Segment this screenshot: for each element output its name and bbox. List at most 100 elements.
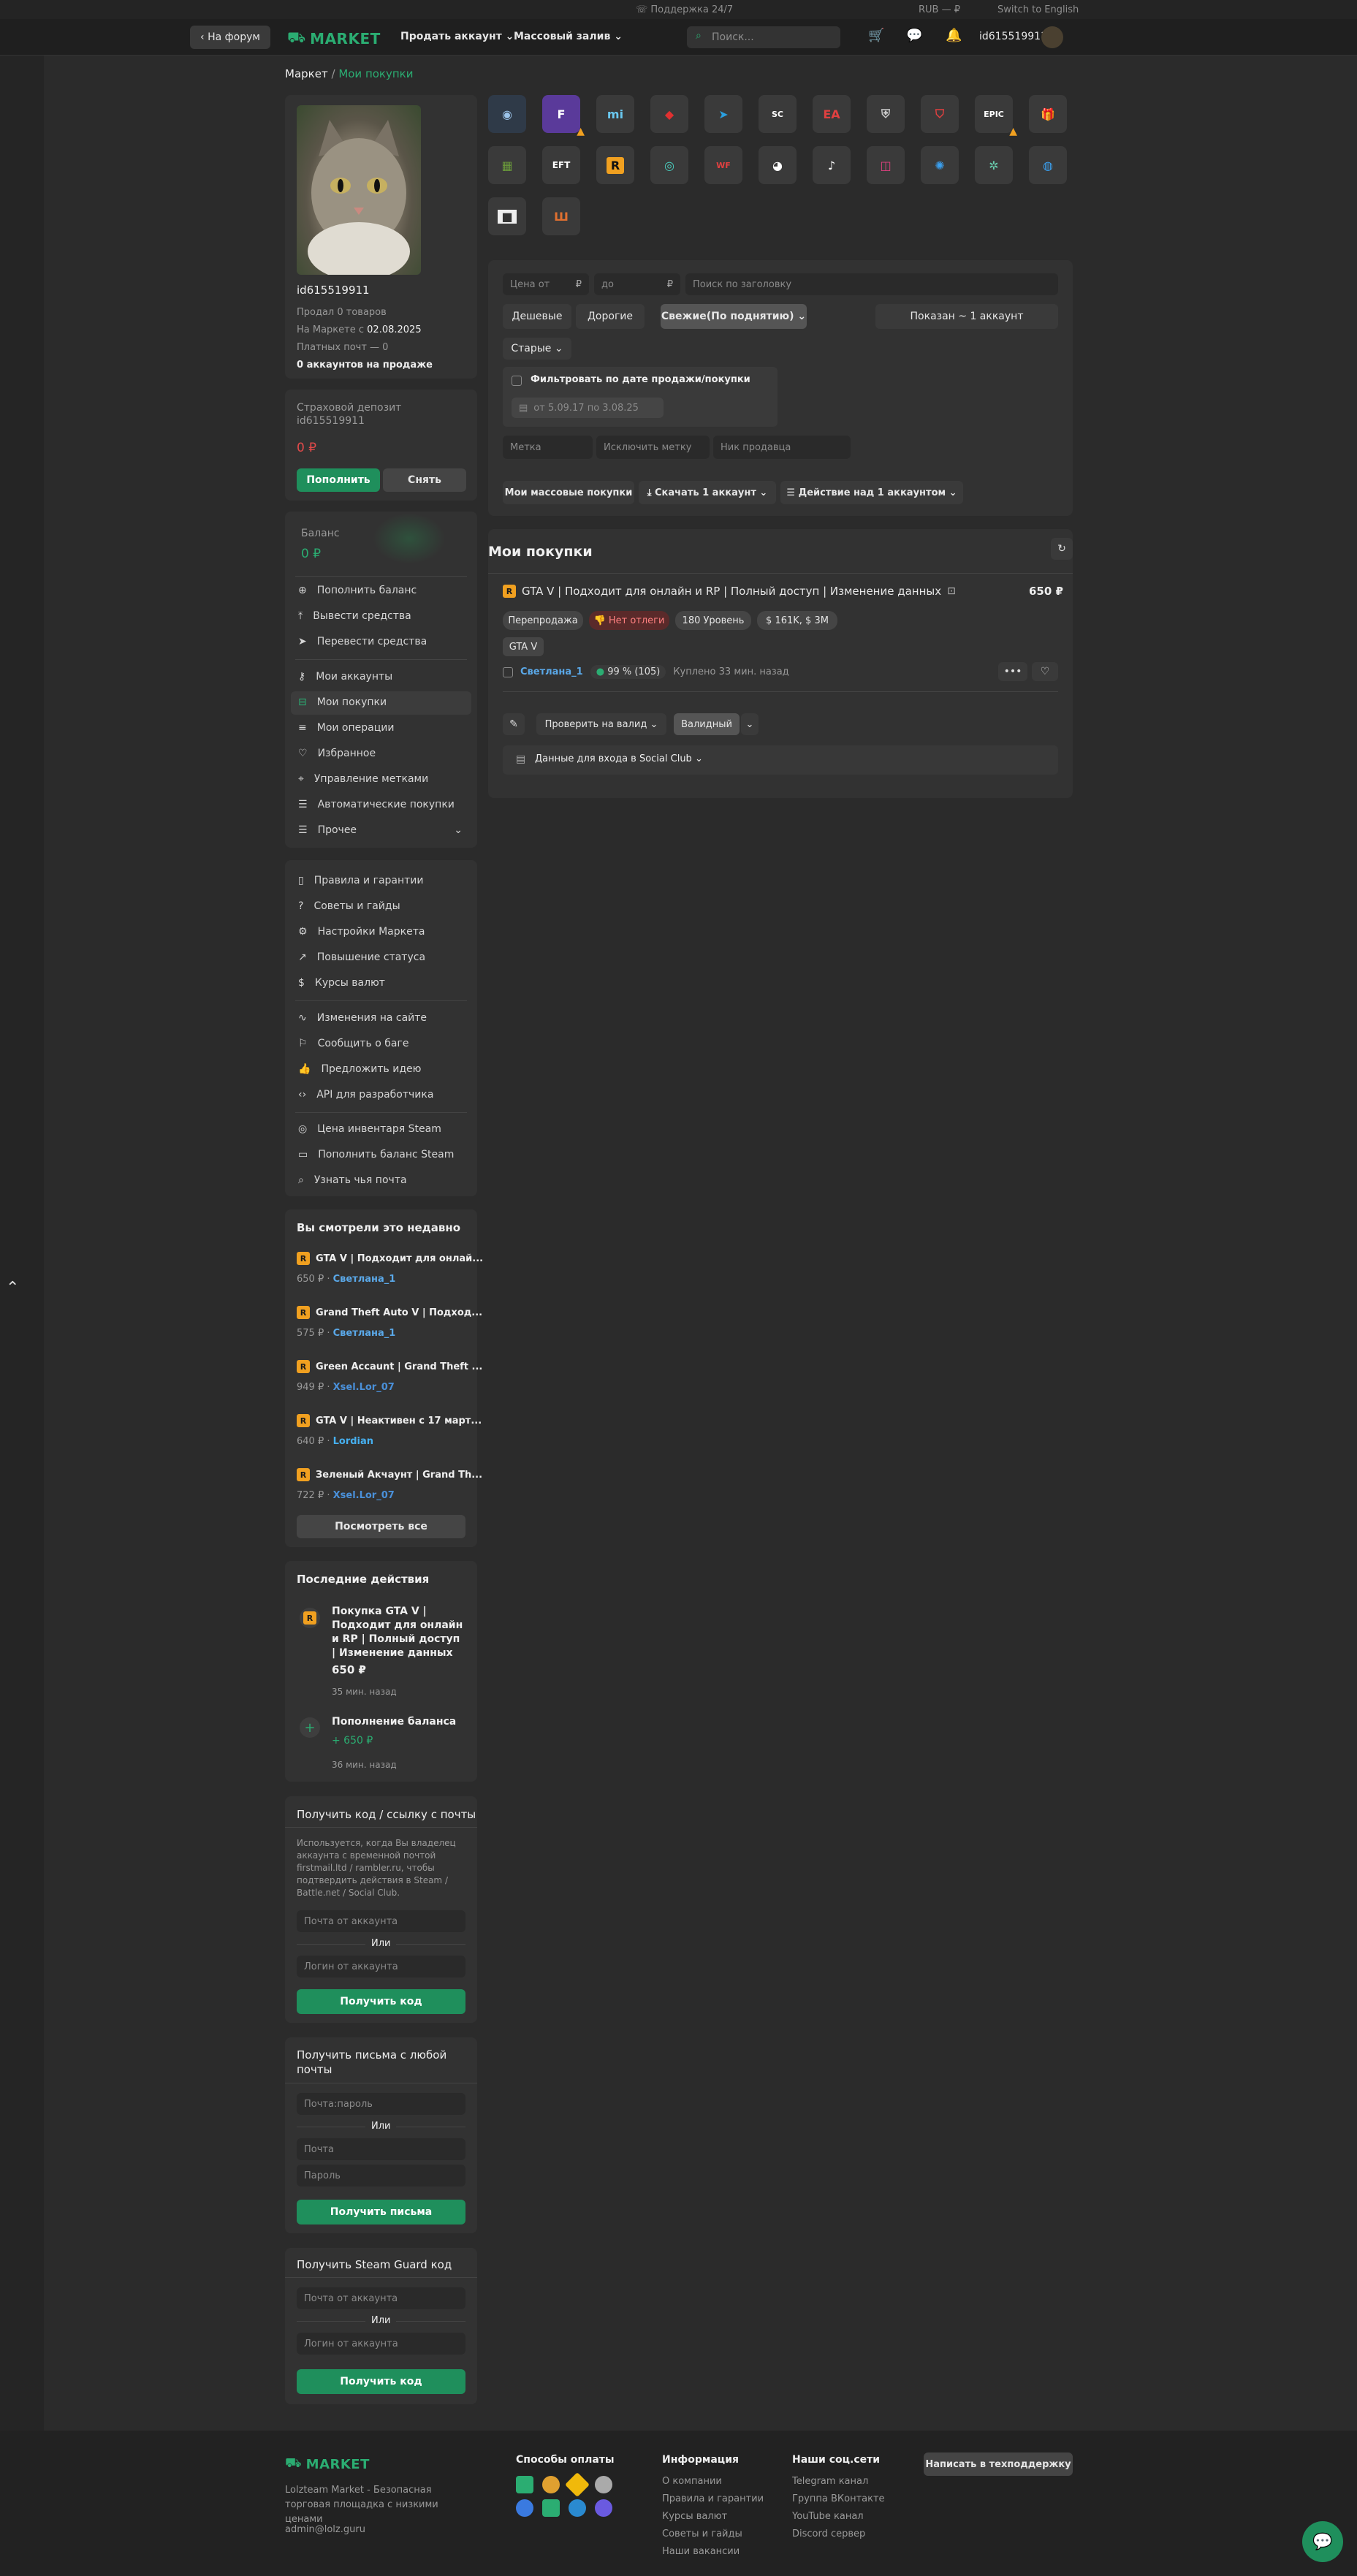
sort-cheap-button[interactable]: Дешевые (503, 304, 571, 329)
action-purchase-title[interactable]: Покупка GTA V | Подходит для онлайн и RP… (332, 1605, 467, 1660)
footer-link-rates[interactable]: Курсы валют (662, 2511, 727, 2522)
get-steam-guard-button[interactable]: Получить код (297, 2369, 465, 2394)
deposit-topup-button[interactable]: Пополнить (297, 468, 380, 492)
chevron-down-icon[interactable]: ⌄ (741, 713, 759, 735)
recent-item-title[interactable]: Green Accaunt | Grand Theft ... (316, 1361, 482, 1372)
recent-item[interactable]: R GTA V | Подходит для онлай... 650 ₽ · Св… (297, 1252, 483, 1296)
footer-link-about[interactable]: О компании (662, 2476, 722, 2487)
category-supercell[interactable]: SC (759, 95, 797, 133)
download-button[interactable]: ⤓ Скачать 1 аккаунт ⌄ (639, 481, 776, 504)
menu-whose-mail[interactable]: ⌕ Узнать чья почта (298, 1174, 407, 1186)
category-ea[interactable]: EA (813, 95, 851, 133)
menu-withdraw[interactable]: ⤒ Вывести средства (298, 610, 411, 622)
mass-purchases-button[interactable]: Мои массовые покупки (503, 481, 634, 504)
menu-favorites[interactable]: ♡ Избранное (298, 748, 376, 759)
category-steam[interactable]: ◉ (488, 95, 526, 133)
mail-input[interactable]: Почта (297, 2138, 465, 2160)
market-logo[interactable]: ⛟ MARKET (287, 29, 381, 48)
footer-email[interactable]: admin@lolz.guru (285, 2524, 365, 2535)
seller-nick-input[interactable]: Ник продавца (713, 436, 851, 459)
menu-bug[interactable]: ⚐ Сообщить о баге (298, 1038, 408, 1049)
sort-expensive-button[interactable]: Дорогие (576, 304, 645, 329)
date-filter-label[interactable]: Фильтровать по дате продажи/покупки (531, 374, 750, 385)
contact-support-button[interactable]: Написать в техподдержку (924, 2452, 1073, 2476)
category-epic[interactable]: EPIC ▲ (975, 95, 1017, 137)
category-mihoyo[interactable]: mi (596, 95, 634, 133)
category-uplay[interactable]: ◎ (650, 146, 688, 184)
menu-tips[interactable]: ? Советы и гайды (298, 900, 400, 912)
chat-bubble-icon[interactable]: 💬 (1302, 2521, 1343, 2562)
footer-link-rules[interactable]: Правила и гарантии (662, 2493, 764, 2504)
category-rockstar[interactable]: R (596, 146, 634, 184)
category-instagram[interactable]: ◫ (867, 146, 905, 184)
recent-item-seller[interactable]: Светлана_1 (333, 1328, 396, 1339)
edit-icon[interactable]: ✎ (503, 713, 525, 735)
refresh-icon[interactable]: ↻ (1051, 538, 1073, 560)
recent-item[interactable]: R GTA V | Неактивен с 17 март... 640 ₽ · L… (297, 1414, 482, 1458)
mass-upload-menu[interactable]: Массовый залив ⌄ (514, 31, 623, 42)
price-to-input[interactable]: до ₽ (594, 273, 680, 295)
menu-steam-inventory[interactable]: ◎ Цена инвентаря Steam (298, 1123, 441, 1135)
category-discord[interactable]: ◕ (759, 146, 797, 184)
menu-my-operations[interactable]: ≡ Мои операции (298, 722, 394, 734)
search-input[interactable]: ⌕ Поиск... (687, 26, 840, 48)
menu-settings[interactable]: ⚙ Настройки Маркета (298, 926, 425, 938)
date-filter-checkbox[interactable] (512, 376, 522, 386)
get-letters-button[interactable]: Получить письма (297, 2200, 465, 2224)
steam-guard-login-input[interactable]: Логин от аккаунта (297, 2333, 465, 2355)
favorite-heart-icon[interactable]: ♡ (1032, 662, 1058, 681)
view-all-button[interactable]: Посмотреть все (297, 1515, 465, 1538)
item-title[interactable]: GTA V | Подходит для онлайн и RP | Полны… (522, 585, 941, 598)
mail-code-email-input[interactable]: Почта от аккаунта (297, 1910, 465, 1932)
date-range-input[interactable]: ▤ от 5.09.17 по 3.08.25 (512, 398, 664, 418)
footer-link-discord[interactable]: Discord сервер (792, 2528, 865, 2539)
category-telegram[interactable]: ➤ (704, 95, 742, 133)
profile-username[interactable]: id615519911 (297, 284, 370, 297)
recent-item-seller[interactable]: Lordian (333, 1436, 373, 1447)
mail-password-input[interactable]: Почта:пароль (297, 2093, 465, 2115)
category-warzone[interactable]: Ш (542, 197, 580, 235)
scroll-up-icon[interactable]: ⌃ (6, 1279, 19, 1297)
footer-link-telegram[interactable]: Telegram канал (792, 2476, 868, 2487)
footer-link-tips[interactable]: Советы и гайды (662, 2528, 742, 2539)
category-wot[interactable]: ⛨ (867, 95, 905, 133)
recent-item[interactable]: R Зеленый Акчаунт | Grand Th... 722 ₽ · Xs… (297, 1468, 482, 1512)
price-from-input[interactable]: Цена от ₽ (503, 273, 589, 295)
sell-account-menu[interactable]: Продать аккаунт ⌄ (400, 31, 514, 42)
menu-status[interactable]: ↗ Повышение статуса (298, 951, 425, 963)
menu-idea[interactable]: 👍 Предложить идею (298, 1063, 421, 1075)
bell-icon[interactable]: 🔔 (946, 28, 962, 43)
category-escape-tarkov[interactable]: EFT (542, 146, 580, 184)
category-battlenet[interactable]: ✺ (921, 146, 959, 184)
menu-api[interactable]: ‹› API для разработчика (298, 1089, 433, 1101)
password-input[interactable]: Пароль (297, 2165, 465, 2186)
mail-code-login-input[interactable]: Логин от аккаунта (297, 1956, 465, 1977)
item-title-row[interactable]: R GTA V | Подходит для онлайн и RP | Пол… (503, 585, 956, 598)
footer-link-jobs[interactable]: Наши вакансии (662, 2546, 740, 2557)
avatar[interactable] (1041, 26, 1063, 48)
login-data-panel[interactable]: ▤ Данные для входа в Social Club ⌄ (503, 745, 1058, 775)
cart-icon[interactable]: 🛒 (868, 28, 884, 43)
category-gifts[interactable]: 🎁 (1029, 95, 1067, 133)
exclude-tag-input[interactable]: Исключить метку (596, 436, 710, 459)
category-minecraft[interactable]: ▦ (488, 146, 526, 184)
category-wotblitz[interactable]: ⛉ (921, 95, 959, 133)
category-chatgpt[interactable]: ✲ (975, 146, 1013, 184)
menu-other[interactable]: ☰ Прочее ⌄ (298, 824, 463, 836)
check-valid-button[interactable]: Проверить на валид ⌄ (536, 713, 666, 735)
seller-link[interactable]: Светлана_1 (520, 666, 583, 677)
title-search-input[interactable]: Поиск по заголовку (685, 273, 1058, 295)
recent-item-title[interactable]: Grand Theft Auto V | Подход... (316, 1307, 482, 1318)
menu-rates[interactable]: $ Курсы валют (298, 977, 385, 989)
item-select-checkbox[interactable] (503, 666, 513, 677)
menu-auto-purchases[interactable]: ☰ Автоматические покупки (298, 799, 455, 810)
recent-item-seller[interactable]: Светлана_1 (333, 1274, 396, 1285)
more-icon[interactable]: ••• (998, 662, 1027, 681)
footer-link-youtube[interactable]: YouTube канал (792, 2511, 864, 2522)
menu-steam-topup[interactable]: ▭ Пополнить баланс Steam (298, 1149, 454, 1160)
category-fortnite[interactable]: F ▲ (542, 95, 585, 137)
support-link[interactable]: ☏ Поддержка 24/7 (636, 4, 733, 15)
recent-item-title[interactable]: GTA V | Неактивен с 17 март... (316, 1416, 482, 1426)
recent-item-title[interactable]: GTA V | Подходит для онлай... (316, 1253, 483, 1264)
breadcrumb-root[interactable]: Маркет (285, 67, 328, 80)
